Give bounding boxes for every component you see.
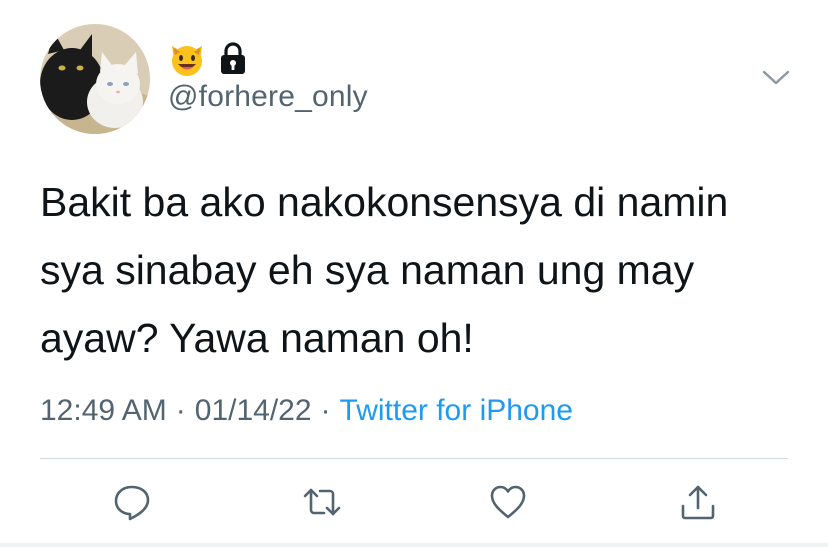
retweet-icon	[303, 488, 341, 516]
heart-icon	[490, 485, 526, 519]
meta-separator: ·	[175, 394, 186, 427]
tweet-source-link[interactable]: Twitter for iPhone	[340, 394, 573, 427]
retweet-button[interactable]	[300, 480, 344, 524]
share-icon	[681, 485, 715, 520]
bottom-border	[0, 543, 828, 547]
chevron-down-icon[interactable]	[760, 64, 792, 90]
cats-avatar-image	[40, 24, 150, 134]
tweet-line: sya sinabay eh sya naman ung may	[40, 247, 695, 293]
share-button[interactable]	[676, 480, 720, 524]
action-bar	[0, 480, 828, 528]
meta-separator: ·	[320, 394, 331, 427]
smiling-cat-icon	[172, 46, 202, 76]
tweet-line: Bakit ba ako nakokonsensya di namin	[40, 179, 729, 225]
lock-icon	[221, 42, 245, 74]
like-button[interactable]	[486, 480, 530, 524]
avatar[interactable]	[40, 24, 150, 134]
tweet-metadata: 12:49 AM · 01/14/22 · Twitter for iPhone	[40, 394, 573, 428]
divider	[40, 458, 788, 459]
display-name[interactable]	[168, 40, 248, 78]
tweet-line: ayaw? Yawa naman oh!	[40, 315, 474, 361]
tweet-text: Bakit ba ako nakokonsensya di namin sya …	[40, 168, 800, 372]
reply-icon	[114, 485, 150, 521]
tweet-time[interactable]: 12:49 AM	[40, 394, 167, 427]
tweet-date[interactable]: 01/14/22	[195, 394, 312, 427]
user-handle[interactable]: @forhere_only	[168, 80, 368, 114]
reply-button[interactable]	[110, 480, 154, 524]
